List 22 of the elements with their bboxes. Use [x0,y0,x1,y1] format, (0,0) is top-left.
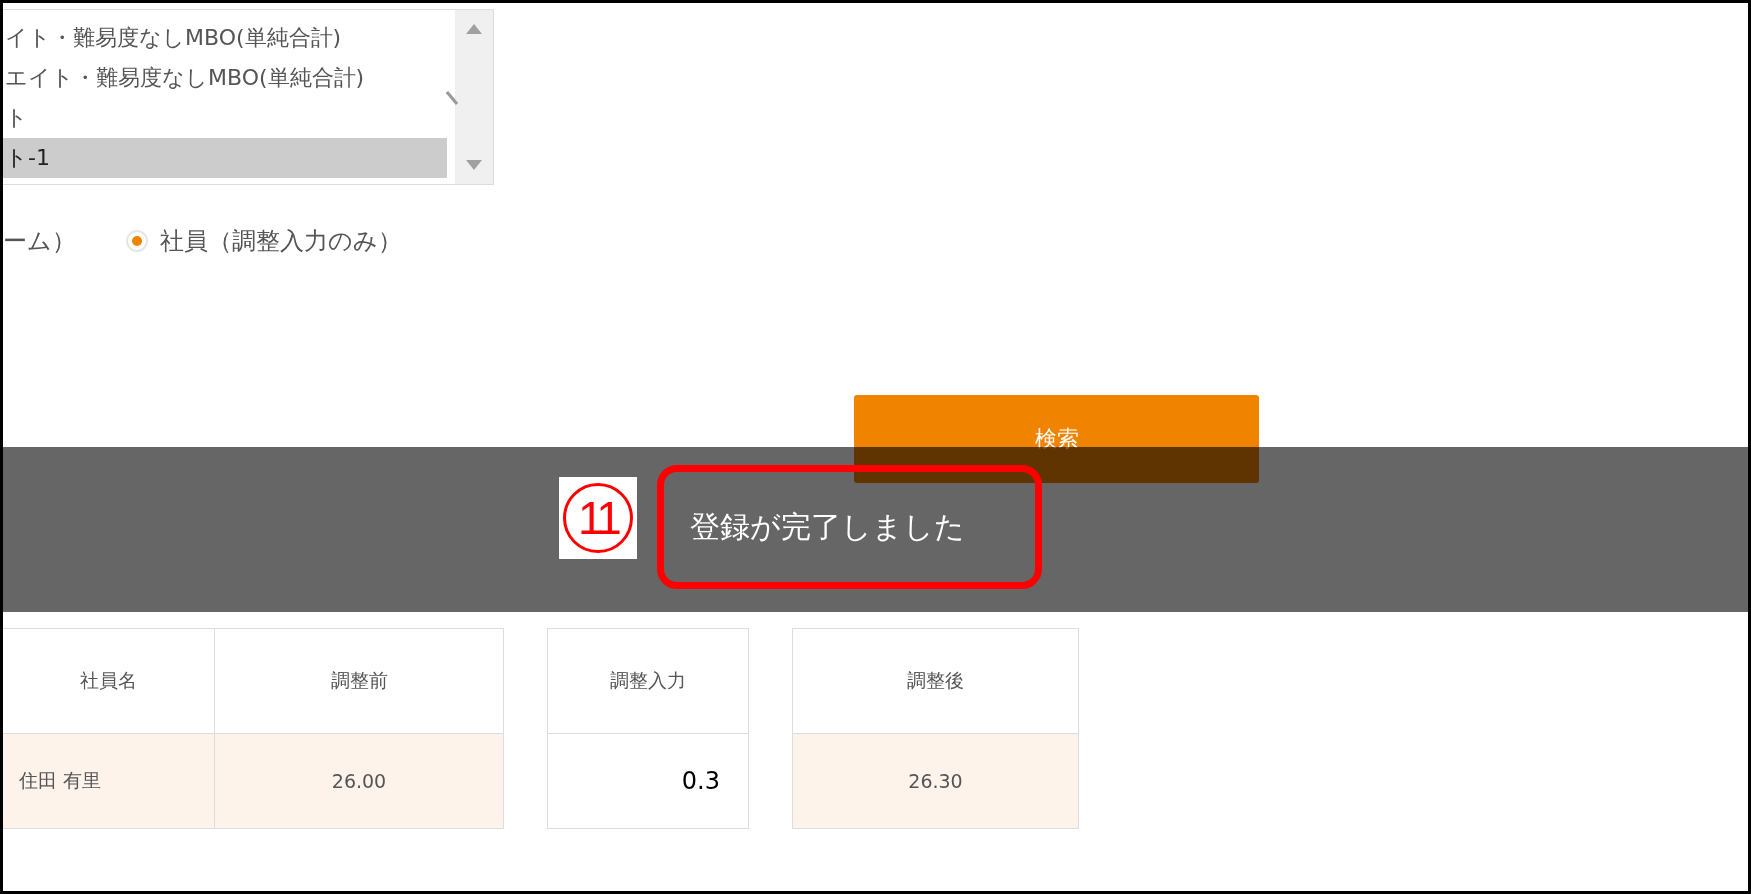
list-item[interactable]: イト・難易度なしMBO(単純合計) [3,18,447,58]
input-field[interactable]: 0.3 [547,733,749,829]
scroll-down-icon[interactable] [466,160,482,170]
table-cell: 住田 有里 [3,733,215,829]
scrollbar[interactable] [455,10,493,184]
list-item[interactable]: ト [3,98,447,138]
radio-option[interactable]: ーム） [3,225,76,257]
scroll-up-icon[interactable] [466,24,482,34]
radio-button[interactable] [126,230,148,252]
resize-grip-icon[interactable] [446,91,458,105]
table-cell: 26.30 [792,733,1079,829]
column-header: 社員名 [3,628,215,734]
list-box[interactable]: イト・難易度なしMBO(単純合計) エイト・難易度なしMBO(単純合計) ト ト-1 [3,9,494,185]
annotation-number: 11 [563,483,633,553]
radio-option[interactable]: 社員（調整入力のみ） [126,225,402,257]
list-item[interactable]: エイト・難易度なしMBO(単純合計) [3,58,447,98]
toast-message: 登録が完了しました [657,465,1042,589]
table-cell: 26.00 [214,733,504,829]
column-header: 調整後 [792,628,1079,734]
column-header: 調整前 [214,628,504,734]
list-item[interactable]: ト-1 [3,138,447,178]
column-header: 調整入力 [547,628,749,734]
